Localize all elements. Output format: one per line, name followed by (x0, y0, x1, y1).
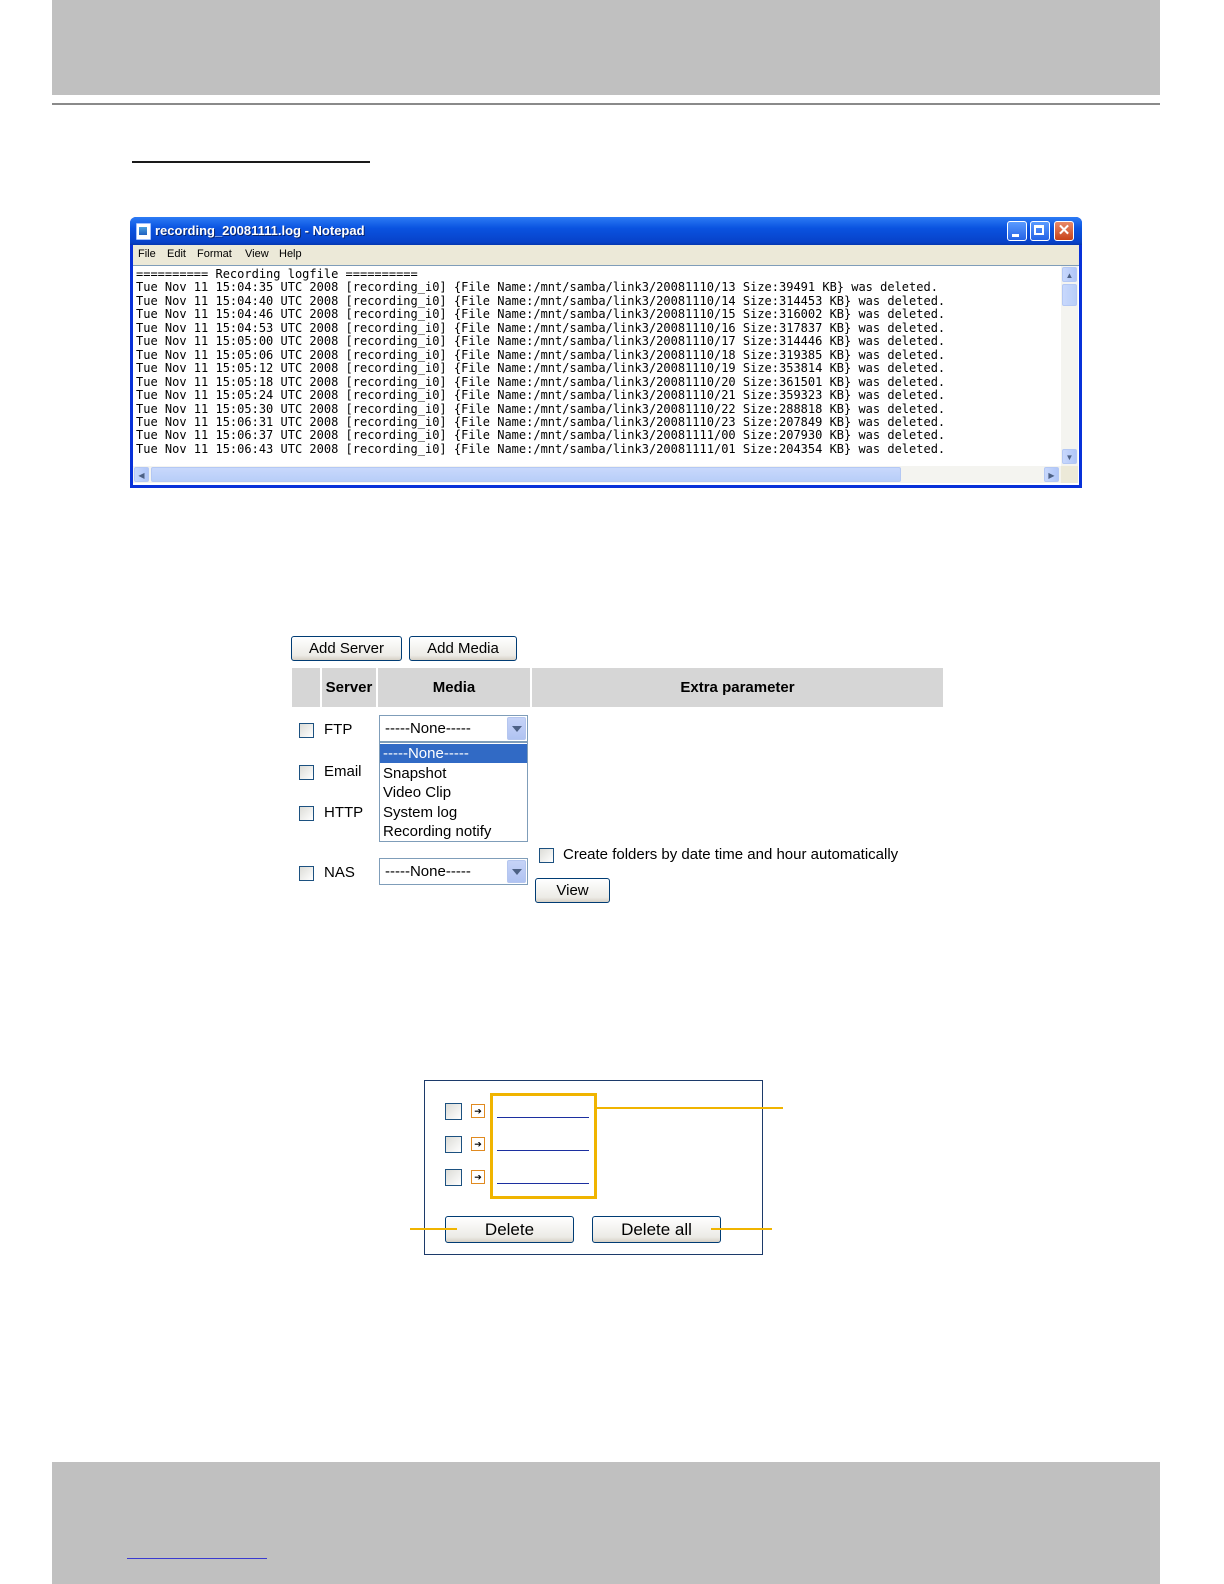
nas-checkbox[interactable] (299, 866, 314, 881)
close-button[interactable]: ✕ (1054, 221, 1074, 241)
close-icon: ✕ (1057, 222, 1071, 239)
header-server: Server (322, 668, 376, 707)
nas-media-select[interactable]: -----None----- (379, 858, 528, 885)
add-media-button[interactable]: Add Media (409, 636, 517, 661)
server-email-label: Email (324, 763, 362, 780)
header-band (52, 0, 1160, 95)
notepad-title: recording_20081111.log - Notepad (155, 223, 365, 238)
ftp-media-select[interactable]: -----None----- (379, 715, 528, 742)
auto-folder-label: Create folders by date time and hour aut… (563, 846, 899, 863)
link-arrow-icon[interactable]: ➔ (471, 1137, 485, 1151)
minimize-button[interactable] (1007, 221, 1027, 241)
ftp-checkbox[interactable] (299, 723, 314, 738)
resize-grip[interactable] (1061, 466, 1078, 483)
horizontal-scrollbar[interactable]: ◀ ▶ (133, 466, 1061, 483)
vertical-scroll-thumb[interactable] (1062, 284, 1077, 306)
maximize-icon (1034, 225, 1044, 235)
header-checkbox-column (292, 668, 320, 707)
dropdown-arrow-icon[interactable] (507, 860, 526, 883)
notepad-titlebar[interactable]: recording_20081111.log - Notepad ✕ (130, 217, 1082, 245)
media-option-recording-notify[interactable]: Recording notify (380, 822, 527, 841)
notepad-icon (136, 223, 151, 240)
footer-link-underline[interactable] (127, 1558, 267, 1559)
link-arrow-icon[interactable]: ➔ (471, 1104, 485, 1118)
recording-checkbox[interactable] (445, 1136, 462, 1153)
media-dropdown-list[interactable]: -----None----- Snapshot Video Clip Syste… (379, 742, 528, 842)
menu-edit[interactable]: Edit (167, 248, 186, 260)
auto-folder-checkbox[interactable] (539, 848, 554, 863)
view-button[interactable]: View (535, 878, 610, 903)
header-extra-parameter: Extra parameter (532, 668, 943, 707)
recording-checkbox[interactable] (445, 1169, 462, 1186)
scroll-left-arrow-icon[interactable]: ◀ (134, 467, 149, 482)
media-option-system-log[interactable]: System log (380, 803, 527, 822)
notepad-menubar: File Edit Format View Help (133, 245, 1079, 265)
server-http-label: HTTP (324, 804, 364, 821)
menu-view[interactable]: View (245, 248, 269, 260)
delete-button[interactable]: Delete (445, 1216, 574, 1243)
media-option-video-clip[interactable]: Video Clip (380, 783, 527, 802)
notepad-window: recording_20081111.log - Notepad ✕ File … (130, 217, 1082, 488)
scroll-down-arrow-icon[interactable]: ▼ (1062, 449, 1077, 464)
callout-line-links (597, 1107, 783, 1109)
horizontal-scroll-thumb[interactable] (151, 467, 901, 482)
header-rule (52, 103, 1160, 105)
callout-line-delete-all (711, 1228, 772, 1230)
vertical-scrollbar[interactable]: ▲ ▼ (1061, 266, 1078, 466)
dropdown-arrow-icon[interactable] (507, 717, 526, 740)
log-content[interactable]: ========== Recording logfile ========== … (136, 267, 945, 456)
scroll-up-arrow-icon[interactable]: ▲ (1062, 267, 1077, 282)
media-option-snapshot[interactable]: Snapshot (380, 764, 527, 783)
header-media: Media (378, 668, 530, 707)
add-server-button[interactable]: Add Server (291, 636, 402, 661)
server-nas-label: NAS (324, 864, 355, 881)
scroll-right-arrow-icon[interactable]: ▶ (1044, 467, 1059, 482)
recording-checkbox[interactable] (445, 1103, 462, 1120)
email-checkbox[interactable] (299, 765, 314, 780)
maximize-button[interactable] (1030, 221, 1050, 241)
minimize-icon (1012, 234, 1019, 237)
callout-line-delete (410, 1228, 457, 1230)
delete-all-button[interactable]: Delete all (592, 1216, 721, 1243)
menu-help[interactable]: Help (279, 248, 302, 260)
http-checkbox[interactable] (299, 806, 314, 821)
nas-media-value: -----None----- (385, 863, 471, 880)
recording-links-highlight (490, 1093, 597, 1199)
media-option-none[interactable]: -----None----- (380, 744, 527, 763)
ftp-media-value: -----None----- (385, 720, 471, 737)
link-arrow-icon[interactable]: ➔ (471, 1170, 485, 1184)
server-ftp-label: FTP (324, 721, 353, 738)
menu-file[interactable]: File (138, 248, 156, 260)
notepad-text-area[interactable]: ========== Recording logfile ========== … (133, 265, 1079, 485)
section-title-underline (132, 161, 370, 163)
menu-format[interactable]: Format (197, 248, 232, 260)
footer-band (52, 1462, 1160, 1584)
